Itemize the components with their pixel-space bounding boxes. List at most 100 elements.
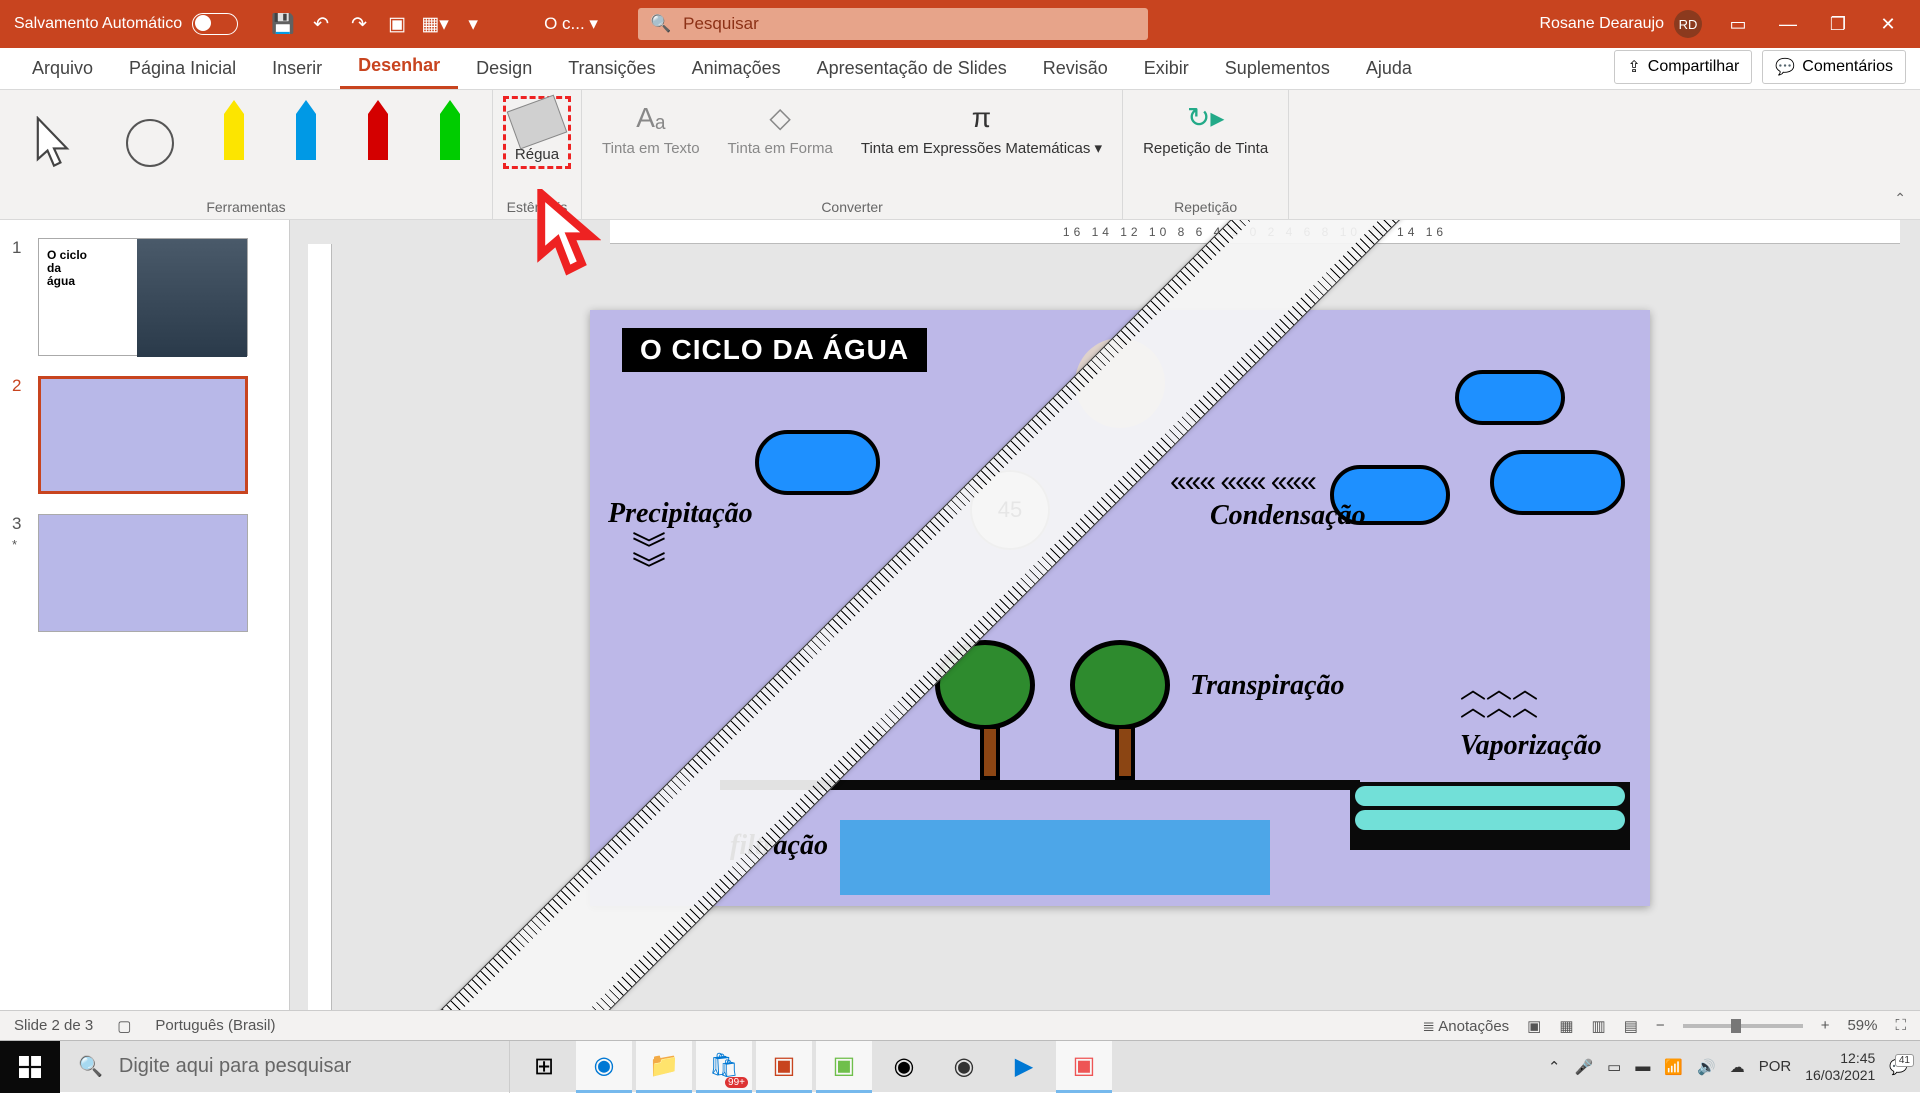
tab-desenhar[interactable]: Desenhar — [340, 45, 458, 89]
ribbon-display-icon[interactable]: ▭ — [1724, 10, 1752, 38]
save-icon[interactable]: 💾 — [270, 11, 296, 37]
clock[interactable]: 12:4516/03/2021 — [1805, 1050, 1875, 1084]
label-vaporizacao[interactable]: Vaporização — [1460, 730, 1602, 762]
tab-inicio[interactable]: Página Inicial — [111, 48, 254, 89]
undo-icon[interactable]: ↶ — [308, 11, 334, 37]
volume-icon[interactable]: 🔊 — [1697, 1058, 1716, 1076]
wifi-icon[interactable]: 📶 — [1664, 1058, 1683, 1076]
ink-shape-icon: ◇ — [762, 100, 798, 136]
powerpoint-icon[interactable]: ▣ — [756, 1041, 812, 1093]
search-placeholder: Pesquisar — [683, 14, 759, 34]
ruler-button[interactable]: Régua — [503, 96, 571, 169]
ink-to-shape[interactable]: ◇Tinta em Forma — [718, 96, 843, 162]
tab-apresentacao[interactable]: Apresentação de Slides — [799, 48, 1025, 89]
store-icon[interactable]: 🛍99+ — [696, 1041, 752, 1093]
accessibility-icon[interactable]: ▢ — [117, 1017, 131, 1035]
document-title[interactable]: O c... ▾ — [504, 14, 638, 34]
windows-search[interactable]: 🔍 Digite aqui para pesquisar — [60, 1041, 510, 1093]
camtasia-icon[interactable]: ▣ — [816, 1041, 872, 1093]
tab-inserir[interactable]: Inserir — [254, 48, 340, 89]
minimize-icon[interactable]: — — [1774, 10, 1802, 38]
task-view-icon[interactable]: ⊞ — [516, 1041, 572, 1093]
slide-content[interactable]: O CICLO DA ÁGUA ««« ««« ««« Precipitação… — [590, 310, 1650, 906]
fit-window-icon[interactable]: ⛶ — [1895, 1017, 1906, 1034]
zoom-slider[interactable] — [1683, 1024, 1803, 1028]
pen-green[interactable] — [418, 96, 482, 164]
tab-exibir[interactable]: Exibir — [1126, 48, 1207, 89]
thumb-num-3: 3* — [12, 514, 30, 632]
view-normal-icon[interactable]: ▣ — [1527, 1017, 1541, 1035]
redo-icon[interactable]: ↷ — [346, 11, 372, 37]
lasso-tool[interactable] — [106, 96, 194, 190]
cloud-icon — [755, 430, 880, 495]
ime-label[interactable]: POR — [1759, 1058, 1792, 1075]
comments-button[interactable]: 💬 Comentários — [1762, 50, 1906, 84]
tab-ajuda[interactable]: Ajuda — [1348, 48, 1430, 89]
select-tool[interactable] — [10, 96, 98, 190]
autosave-toggle[interactable] — [192, 13, 238, 35]
tray-chevron-icon[interactable]: ⌃ — [1548, 1058, 1561, 1076]
thumbnail-1[interactable]: O ciclodaágua — [38, 238, 248, 356]
user-account[interactable]: Rosane Dearaujo RD — [1539, 10, 1702, 38]
search-box[interactable]: 🔍 Pesquisar — [638, 8, 1148, 40]
view-reading-icon[interactable]: ▥ — [1592, 1017, 1606, 1035]
chrome-icon[interactable]: ◉ — [876, 1041, 932, 1093]
battery-icon[interactable]: ▬ — [1635, 1058, 1650, 1075]
movies-icon[interactable]: ▶ — [996, 1041, 1052, 1093]
thumbnail-3[interactable] — [38, 514, 248, 632]
maximize-icon[interactable]: ❐ — [1824, 10, 1852, 38]
collapse-ribbon-icon[interactable]: ⌃ — [1880, 90, 1920, 219]
group-repeticao: Repetição — [1174, 199, 1237, 217]
tab-animacoes[interactable]: Animações — [674, 48, 799, 89]
meet-icon[interactable]: ▭ — [1607, 1058, 1621, 1076]
zoom-out-icon[interactable]: − — [1656, 1017, 1665, 1034]
language-status[interactable]: Português (Brasil) — [155, 1017, 275, 1034]
share-button[interactable]: ⇪ Compartilhar — [1614, 50, 1752, 84]
ink-math-icon: π — [963, 100, 999, 136]
label-precipitacao[interactable]: Precipitação — [608, 498, 753, 530]
onedrive-icon[interactable]: ☁ — [1730, 1058, 1745, 1076]
ink-replay[interactable]: ↻▸Repetição de Tinta — [1133, 96, 1278, 162]
autosave[interactable]: Salvamento Automático — [0, 13, 252, 35]
tab-transicoes[interactable]: Transições — [550, 48, 673, 89]
edge-icon[interactable]: ◉ — [576, 1041, 632, 1093]
ink-to-math[interactable]: πTinta em Expressões Matemáticas ▾ — [851, 96, 1112, 162]
thumb-num-2: 2 — [12, 376, 30, 494]
label-condensacao[interactable]: Condensação — [1210, 500, 1366, 532]
ribbon-tabs: Arquivo Página Inicial Inserir Desenhar … — [0, 48, 1920, 90]
view-slideshow-icon[interactable]: ▤ — [1624, 1017, 1638, 1035]
thumbnail-2[interactable] — [38, 376, 248, 494]
layout-icon[interactable]: ▦▾ — [422, 11, 448, 37]
main-area: 1 O ciclodaágua 2 3* 16 14 12 10 8 6 4 2… — [0, 220, 1920, 1010]
close-icon[interactable]: ✕ — [1874, 10, 1902, 38]
ocean-shape — [1350, 782, 1630, 850]
mic-icon[interactable]: 🎤 — [1574, 1058, 1593, 1076]
present-icon[interactable]: ▣ — [384, 11, 410, 37]
slide-counter[interactable]: Slide 2 de 3 — [14, 1017, 93, 1034]
qat-more-icon[interactable]: ▾ — [460, 11, 486, 37]
zoom-level[interactable]: 59% — [1847, 1017, 1877, 1034]
explorer-icon[interactable]: 📁 — [636, 1041, 692, 1093]
view-sorter-icon[interactable]: ▦ — [1559, 1017, 1573, 1035]
group-converter: Converter — [821, 199, 882, 217]
ink-to-text[interactable]: AₐTinta em Texto — [592, 96, 710, 162]
obs-icon[interactable]: ◉ — [936, 1041, 992, 1093]
zoom-in-icon[interactable]: + — [1821, 1017, 1830, 1034]
slide-title[interactable]: O CICLO DA ÁGUA — [622, 328, 927, 372]
tab-revisao[interactable]: Revisão — [1025, 48, 1126, 89]
autosave-label: Salvamento Automático — [14, 15, 182, 33]
tab-arquivo[interactable]: Arquivo — [14, 48, 111, 89]
pen-red[interactable] — [346, 96, 410, 164]
slide-canvas[interactable]: 16 14 12 10 8 6 4 2 0 2 4 6 8 10 12 14 1… — [290, 220, 1920, 1010]
pen-yellow[interactable] — [202, 96, 266, 164]
tab-design[interactable]: Design — [458, 48, 550, 89]
notifications-icon[interactable]: 💬41 — [1889, 1058, 1908, 1076]
status-bar: Slide 2 de 3 ▢ Português (Brasil) ≣ Anot… — [0, 1010, 1920, 1040]
label-transpiracao[interactable]: Transpiração — [1190, 670, 1345, 702]
start-button[interactable] — [0, 1041, 60, 1093]
snagit-icon[interactable]: ▣ — [1056, 1041, 1112, 1093]
tab-suplementos[interactable]: Suplementos — [1207, 48, 1348, 89]
slide-thumbnails-panel[interactable]: 1 O ciclodaágua 2 3* — [0, 220, 290, 1010]
notes-button[interactable]: ≣ Anotações — [1422, 1017, 1509, 1035]
pen-blue[interactable] — [274, 96, 338, 164]
